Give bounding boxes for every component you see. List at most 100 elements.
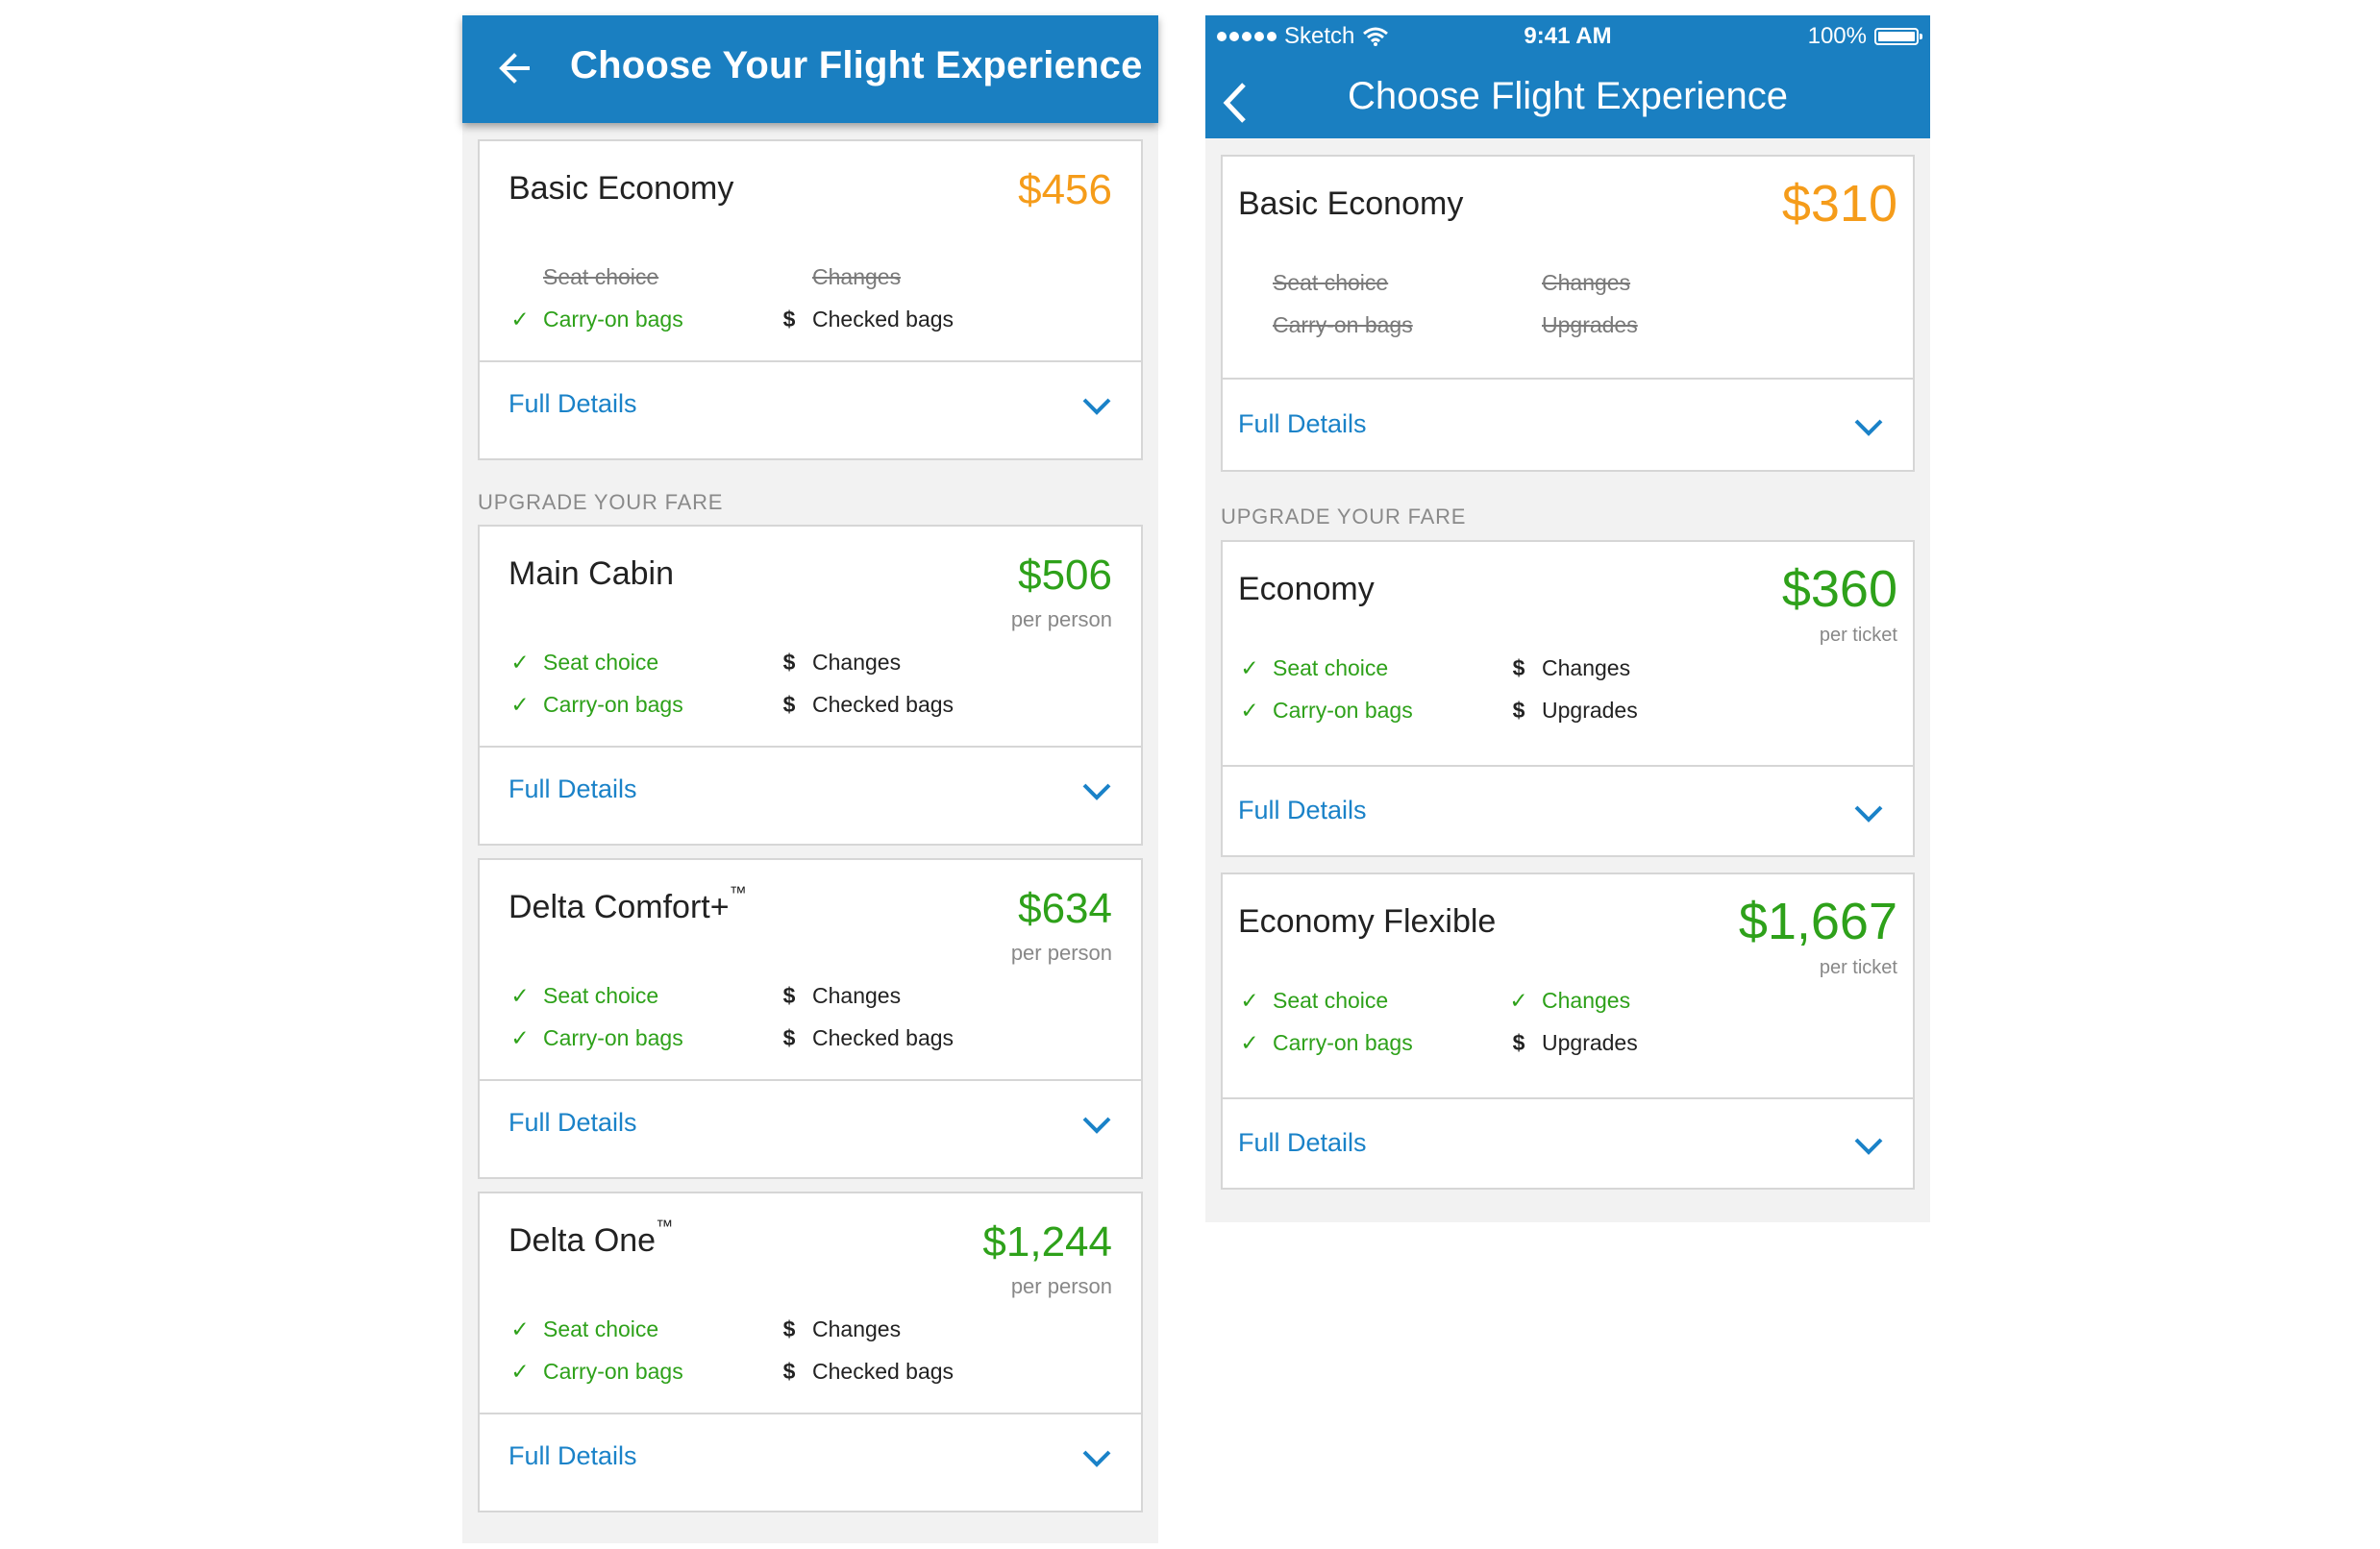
price-unit: per person (1010, 941, 1112, 965)
chevron-down-icon[interactable] (1853, 1137, 1884, 1156)
fare-name: Delta One™ (508, 1217, 674, 1259)
feature-seat-choice: ✓Seat choice (543, 264, 659, 289)
fare-card-main-cabin[interactable]: Main Cabin $506 per person ✓ Seat choice … (478, 525, 1143, 846)
feature-carry-on-bags: ✓Carry-on bags (508, 692, 682, 718)
feature-carry-on-bags: ✓Carry-on bags (508, 1359, 682, 1385)
feature-changes: $Changes (812, 264, 902, 289)
feature-changes: $Changes (1542, 270, 1631, 295)
dollar-icon: $ (782, 650, 796, 675)
fare-price: $506 (1018, 552, 1112, 599)
fare-price: $456 (1018, 166, 1112, 213)
full-details-link[interactable]: Full Details (508, 1108, 637, 1138)
chevron-down-icon[interactable] (1081, 1116, 1112, 1135)
divider (1223, 765, 1913, 767)
feature-carry-on-bags: ✓Carry-on bags (508, 1025, 682, 1051)
chevron-down-icon[interactable] (1081, 397, 1112, 416)
check-icon: ✓ (510, 307, 530, 332)
dollar-icon: $ (782, 1316, 796, 1341)
dollar-icon: $ (782, 983, 796, 1008)
section-label: UPGRADE YOUR FARE (478, 490, 724, 514)
fare-name: Economy Flexible (1238, 903, 1497, 940)
feature-changes: ✓ Changes (1507, 988, 1630, 1014)
section-label: UPGRADE YOUR FARE (1221, 504, 1467, 529)
feature-carry-on-bags: ✓Carry-on bags (508, 307, 682, 332)
fare-price: $1,667 (1738, 893, 1897, 950)
full-details-link[interactable]: Full Details (508, 774, 637, 804)
feature-carry-on-bags: ✓Carry-on bags (1238, 1030, 1412, 1056)
divider (1223, 1097, 1913, 1099)
price-unit: per ticket (1819, 957, 1897, 978)
feature-seat-choice: ✓Seat choice (508, 650, 658, 676)
page-title: Choose Flight Experience (1347, 75, 1789, 117)
page-title: Choose Your Flight Experience (570, 44, 1143, 86)
full-details-link[interactable]: Full Details (508, 389, 637, 419)
feature-seat-choice: ✓Seat choice (508, 1316, 658, 1342)
feature-seat-choice: ✓Seat choice (508, 983, 658, 1009)
fare-price: $634 (1018, 885, 1112, 932)
dollar-icon: $ (782, 1359, 796, 1384)
feature-changes: $Changes (778, 650, 901, 676)
dollar-icon: $ (1512, 655, 1525, 680)
fare-name: Delta Comfort+™ (508, 883, 747, 925)
divider (480, 1079, 1141, 1081)
full-details-link[interactable]: Full Details (508, 1441, 637, 1471)
dollar-icon: $ (1512, 1030, 1525, 1055)
feature-carry-on-bags: ✓Carry-on bags (1273, 312, 1413, 337)
feature-upgrades: $Upgrades (1542, 312, 1638, 337)
chevron-down-icon[interactable] (1853, 804, 1884, 824)
fare-card-delta-one[interactable]: Delta One™ $1,244 per person ✓ Seat choic… (478, 1192, 1143, 1512)
trademark: ™ (729, 883, 747, 902)
check-icon: ✓ (510, 692, 530, 717)
feature-checked-bags: $ Checked bags (778, 1025, 954, 1051)
ios-screen: Sketch 9:41 AM 100% Choose Flight Experi… (1205, 15, 1930, 1222)
check-icon: ✓ (510, 650, 530, 675)
dollar-icon: $ (782, 1025, 796, 1050)
divider (480, 746, 1141, 748)
fare-card-economy[interactable]: Economy $360 per ticket ✓ Seat choice $ Ch… (1221, 540, 1915, 857)
fare-price: $310 (1781, 175, 1897, 233)
divider (480, 1413, 1141, 1414)
feature-carry-on-bags: ✓Carry-on bags (1238, 698, 1412, 724)
fare-card-basic-economy[interactable]: Basic Economy $310 ✓Seat choice $Changes… (1221, 155, 1915, 472)
feature-checked-bags: $ Checked bags (778, 1359, 954, 1385)
feature-upgrades: $Upgrades (1507, 698, 1638, 724)
status-bar: Sketch 9:41 AM 100% (1205, 15, 1930, 58)
check-icon: ✓ (510, 1316, 530, 1341)
check-icon: ✓ (1240, 988, 1259, 1013)
check-icon: ✓ (1240, 698, 1259, 723)
trademark: ™ (656, 1217, 674, 1236)
chevron-down-icon[interactable] (1081, 782, 1112, 801)
price-unit: per person (1010, 607, 1112, 631)
check-icon: ✓ (1240, 655, 1259, 680)
dollar-icon: $ (1512, 698, 1525, 723)
fare-card-delta-comfort-plus[interactable]: Delta Comfort+™ $634 per person ✓ Seat ch… (478, 858, 1143, 1179)
fare-name: Basic Economy (1238, 185, 1464, 222)
back-arrow-icon[interactable] (495, 49, 533, 87)
chevron-down-icon[interactable] (1081, 1449, 1112, 1468)
check-icon: ✓ (1240, 1030, 1259, 1055)
dollar-icon: $ (782, 692, 796, 717)
price-unit: per ticket (1819, 625, 1897, 646)
fare-card-economy-flexible[interactable]: Economy Flexible $1,667 per ticket ✓ Seat… (1221, 873, 1915, 1190)
feature-changes: $Changes (778, 1316, 901, 1342)
feature-seat-choice: ✓Seat choice (1238, 655, 1388, 681)
full-details-link[interactable]: Full Details (1238, 796, 1367, 825)
fare-card-basic-economy[interactable]: Basic Economy $456 ✓Seat choice $Changes… (478, 139, 1143, 460)
full-details-link[interactable]: Full Details (1238, 409, 1367, 439)
price-unit: per person (1010, 1274, 1112, 1298)
fare-price: $1,244 (982, 1218, 1112, 1266)
fare-name: Economy (1238, 571, 1375, 607)
navigation-bar: Sketch 9:41 AM 100% Choose Flight Experi… (1205, 15, 1930, 138)
fare-name: Basic Economy (508, 170, 734, 207)
feature-upgrades: $Upgrades (1507, 1030, 1638, 1056)
feature-seat-choice: ✓Seat choice (1273, 270, 1389, 295)
check-icon: ✓ (510, 1359, 530, 1384)
full-details-link[interactable]: Full Details (1238, 1128, 1367, 1158)
check-icon: ✓ (510, 983, 530, 1008)
chevron-down-icon[interactable] (1853, 418, 1884, 437)
app-bar: Choose Your Flight Experience (462, 15, 1158, 123)
feature-seat-choice: ✓Seat choice (1238, 988, 1388, 1014)
divider (480, 360, 1141, 362)
check-icon: ✓ (510, 1025, 530, 1050)
feature-checked-bags: $ Checked bags (778, 307, 954, 332)
